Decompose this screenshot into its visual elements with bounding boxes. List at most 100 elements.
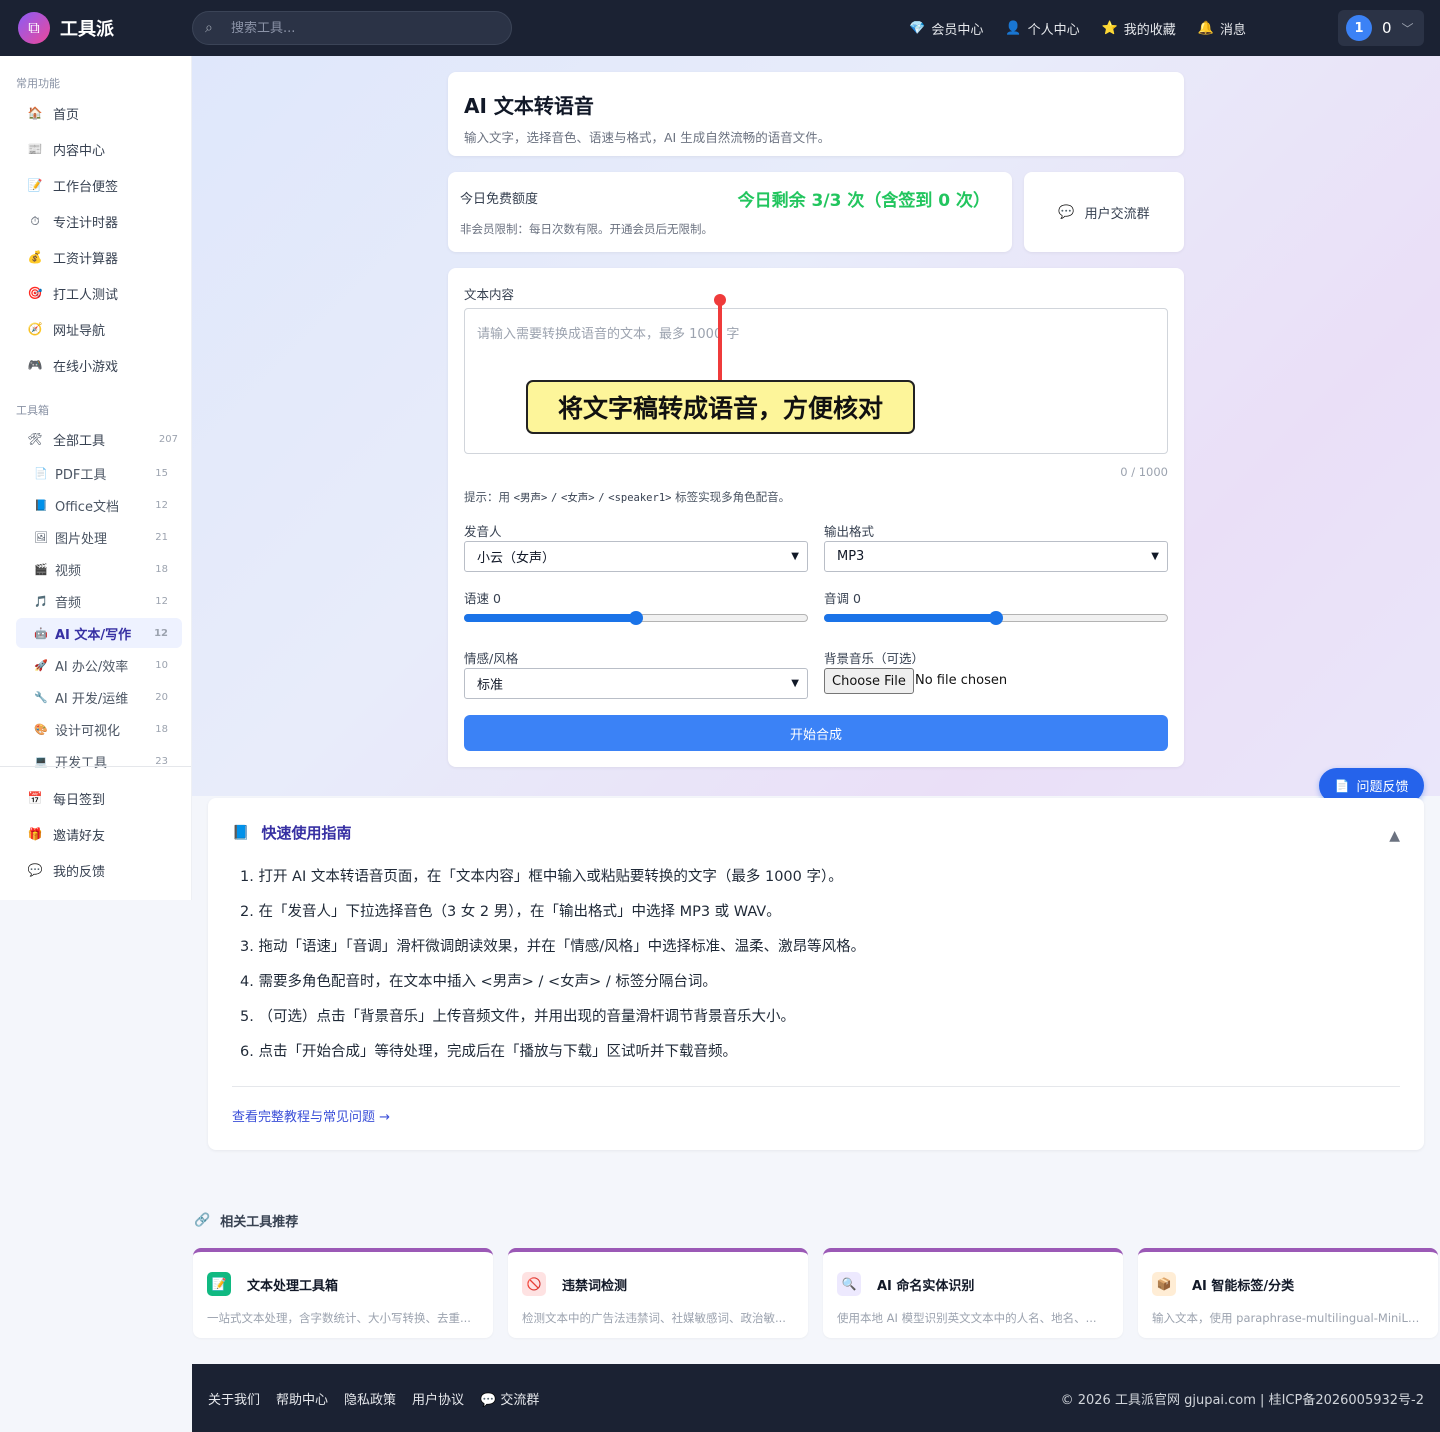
collapse-icon[interactable]: ▲ — [1389, 828, 1400, 844]
related-tool-desc: 检测文本中的广告法违禁词、社媒敏感词、政治敏... — [522, 1311, 786, 1325]
user-menu[interactable]: 1 0 ﹀ — [1338, 10, 1424, 46]
sidebar-category[interactable]: 🤖 AI 文本/写作 12 — [16, 618, 182, 648]
sidebar-category-label: 音频 — [55, 595, 82, 611]
user-group-button[interactable]: 💬 用户交流群 — [1024, 172, 1184, 252]
slider-thumb[interactable] — [989, 611, 1003, 625]
sidebar-category[interactable]: 🖼 图片处理 21 — [16, 522, 182, 552]
sidebar-item[interactable]: 🧭 网址导航 — [16, 313, 182, 345]
guide-title: 快速使用指南 — [261, 824, 352, 842]
footer-link-help[interactable]: 帮助中心 — [276, 1389, 328, 1408]
footer-link-group[interactable]: 💬 交流群 — [480, 1389, 539, 1408]
sidebar-item[interactable]: 🎮 在线小游戏 — [16, 349, 182, 381]
sidebar-item[interactable]: 🎯 打工人测试 — [16, 277, 182, 309]
sidebar-category[interactable]: 🎨 设计可视化 18 — [16, 714, 182, 744]
sidebar-item-label: 全部工具 — [53, 433, 106, 449]
sidebar-item-icon: ⏱ — [30, 213, 40, 228]
related-tool-card[interactable]: 📦 AI 智能标签/分类 输入文本，使用 paraphrase-multilingu… — [1138, 1248, 1438, 1338]
sidebar-category-icon: 📘 — [34, 498, 48, 512]
chevron-down-icon: ▼ — [791, 678, 799, 689]
title-card: AI 文本转语音 输入文字，选择音色、语速与格式，AI 生成自然流畅的语音文件。 — [448, 72, 1184, 156]
annotation-line — [718, 300, 722, 382]
hint-suffix: 标签实现多角色配音。 — [675, 490, 791, 504]
page-subtitle: 输入文字，选择音色、语速与格式，AI 生成自然流畅的语音文件。 — [464, 130, 831, 145]
sidebar-item[interactable]: 💬 我的反馈 — [16, 854, 182, 886]
pitch-slider[interactable] — [824, 610, 1168, 626]
tool-count: 10 — [155, 659, 168, 671]
search-input[interactable] — [231, 20, 491, 36]
logo-icon: ⧉ — [18, 12, 50, 44]
start-synthesis-button[interactable]: 开始合成 — [464, 715, 1168, 751]
sidebar-item[interactable]: 🎁 邀请好友 — [16, 818, 182, 850]
sidebar-item-all-tools[interactable]: 🛠 全部工具 207 — [16, 423, 182, 455]
user-icon: 👤 — [1005, 20, 1022, 36]
tool-count: 12 — [155, 595, 168, 607]
sidebar-category[interactable]: 📘 Office文档 12 — [16, 490, 182, 520]
sidebar-item-label: 工作台便签 — [53, 179, 119, 195]
sidebar-category-icon: 🚀 — [34, 658, 48, 672]
sidebar-item-icon: 🎯 — [27, 286, 43, 300]
guide-header: 📘 快速使用指南 — [232, 822, 1400, 843]
nav-favorites[interactable]: ⭐ 我的收藏 — [1102, 19, 1176, 38]
related-tool-card[interactable]: 🚫 违禁词检测检测文本中的广告法违禁词、社媒敏感词、政治敏... — [508, 1248, 808, 1338]
hint-sep: / — [550, 492, 558, 504]
nav-membership[interactable]: 💎 会员中心 — [909, 19, 983, 38]
format-select[interactable]: MP3 ▼ — [824, 541, 1168, 572]
speed-slider[interactable] — [464, 610, 808, 626]
brand-logo[interactable]: ⧉ 工具派 — [18, 12, 192, 44]
text-label: 文本内容 — [464, 287, 515, 302]
footer-link-about[interactable]: 关于我们 — [208, 1389, 260, 1408]
nav-messages[interactable]: 🔔 消息 — [1198, 19, 1246, 38]
related-tool-desc: 输入文本，使用 paraphrase-multilingual-MiniLM .… — [1152, 1311, 1424, 1325]
bgm-label: 背景音乐（可选） — [824, 651, 925, 666]
chevron-down-icon: ﹀ — [1401, 21, 1414, 36]
sidebar-item[interactable]: 🏠 首页 — [16, 97, 182, 129]
sidebar-item-icon: 🏠 — [27, 106, 43, 120]
char-count: 0 / 1000 — [1120, 465, 1168, 479]
related-tool-name: 违禁词检测 — [562, 1278, 628, 1294]
sidebar-item-icon: 🎮 — [27, 358, 43, 372]
full-tutorial-link[interactable]: 查看完整教程与常见问题 → — [232, 1106, 390, 1125]
tool-count: 20 — [155, 691, 168, 703]
voice-select[interactable]: 小云（女声） ▼ — [464, 541, 808, 572]
sidebar-category-icon: 🎵 — [34, 594, 48, 608]
sidebar-item[interactable]: ⏱ 专注计时器 — [16, 205, 182, 237]
emotion-value: 标准 — [477, 678, 504, 693]
quota-card: 今日免费额度 今日剩余 3/3 次（含签到 0 次） 非会员限制：每日次数有限。… — [448, 172, 1012, 252]
sidebar-item[interactable]: 📝 工作台便签 — [16, 169, 182, 201]
footer-link-privacy[interactable]: 隐私政策 — [344, 1389, 396, 1408]
sidebar-category[interactable]: 🎬 视频 18 — [16, 554, 182, 584]
guide-steps: 1. 打开 AI 文本转语音页面，在「文本内容」框中输入或粘贴要转换的文字（最多… — [240, 866, 865, 1076]
sidebar-item-icon: 💰 — [27, 250, 43, 264]
sidebar-category-label: AI 文本/写作 — [55, 627, 132, 643]
sidebar-category[interactable]: 🔧 AI 开发/运维 20 — [16, 682, 182, 712]
sidebar-category[interactable]: 🎵 音频 12 — [16, 586, 182, 616]
related-tool-name: AI 智能标签/分类 — [1192, 1278, 1295, 1294]
sidebar-item-icon: 🎁 — [27, 827, 43, 841]
slider-thumb[interactable] — [629, 611, 643, 625]
guide-divider — [232, 1086, 1400, 1087]
star-icon: ⭐ — [1101, 20, 1118, 36]
annotation-callout: 将文字稿转成语音，方便核对 — [526, 380, 915, 434]
tool-count: 18 — [155, 723, 168, 735]
header-nav: 💎 会员中心 👤 个人中心 ⭐ 我的收藏 🔔 消息 — [909, 0, 1246, 56]
sidebar-item[interactable]: 📰 内容中心 — [16, 133, 182, 165]
nav-profile[interactable]: 👤 个人中心 — [1005, 19, 1079, 38]
tool-count: 18 — [155, 563, 168, 575]
sidebar-category[interactable]: 📄 PDF工具 15 — [16, 458, 182, 488]
tool-count: 15 — [155, 467, 168, 479]
related-tool-card[interactable]: 🔍 AI 命名实体识别 使用本地 AI 模型识别英文文本中的人名、地名、... — [823, 1248, 1123, 1338]
related-tool-card[interactable]: 📝 文本处理工具箱 一站式文本处理，含字数统计、大小写转换、去重... — [193, 1248, 493, 1338]
nav-messages-label: 消息 — [1219, 22, 1246, 38]
related-title-label: 相关工具推荐 — [220, 1215, 299, 1230]
choose-file-button[interactable]: Choose File — [824, 668, 914, 694]
sidebar-item-label: 工资计算器 — [53, 251, 119, 267]
sidebar-category[interactable]: 🚀 AI 办公/效率 10 — [16, 650, 182, 680]
sidebar-item[interactable]: 💰 工资计算器 — [16, 241, 182, 273]
sidebar-category[interactable]: 💻 开发工具 23 — [16, 746, 182, 776]
emotion-label: 情感/风格 — [464, 651, 519, 666]
sidebar-item-label: 我的反馈 — [53, 864, 106, 880]
emotion-select[interactable]: 标准 ▼ — [464, 668, 808, 699]
footer-link-terms[interactable]: 用户协议 — [412, 1389, 464, 1408]
sidebar-item[interactable]: 📅 每日签到 — [16, 782, 182, 814]
related-tool-header: 🚫 违禁词检测 — [522, 1272, 794, 1296]
